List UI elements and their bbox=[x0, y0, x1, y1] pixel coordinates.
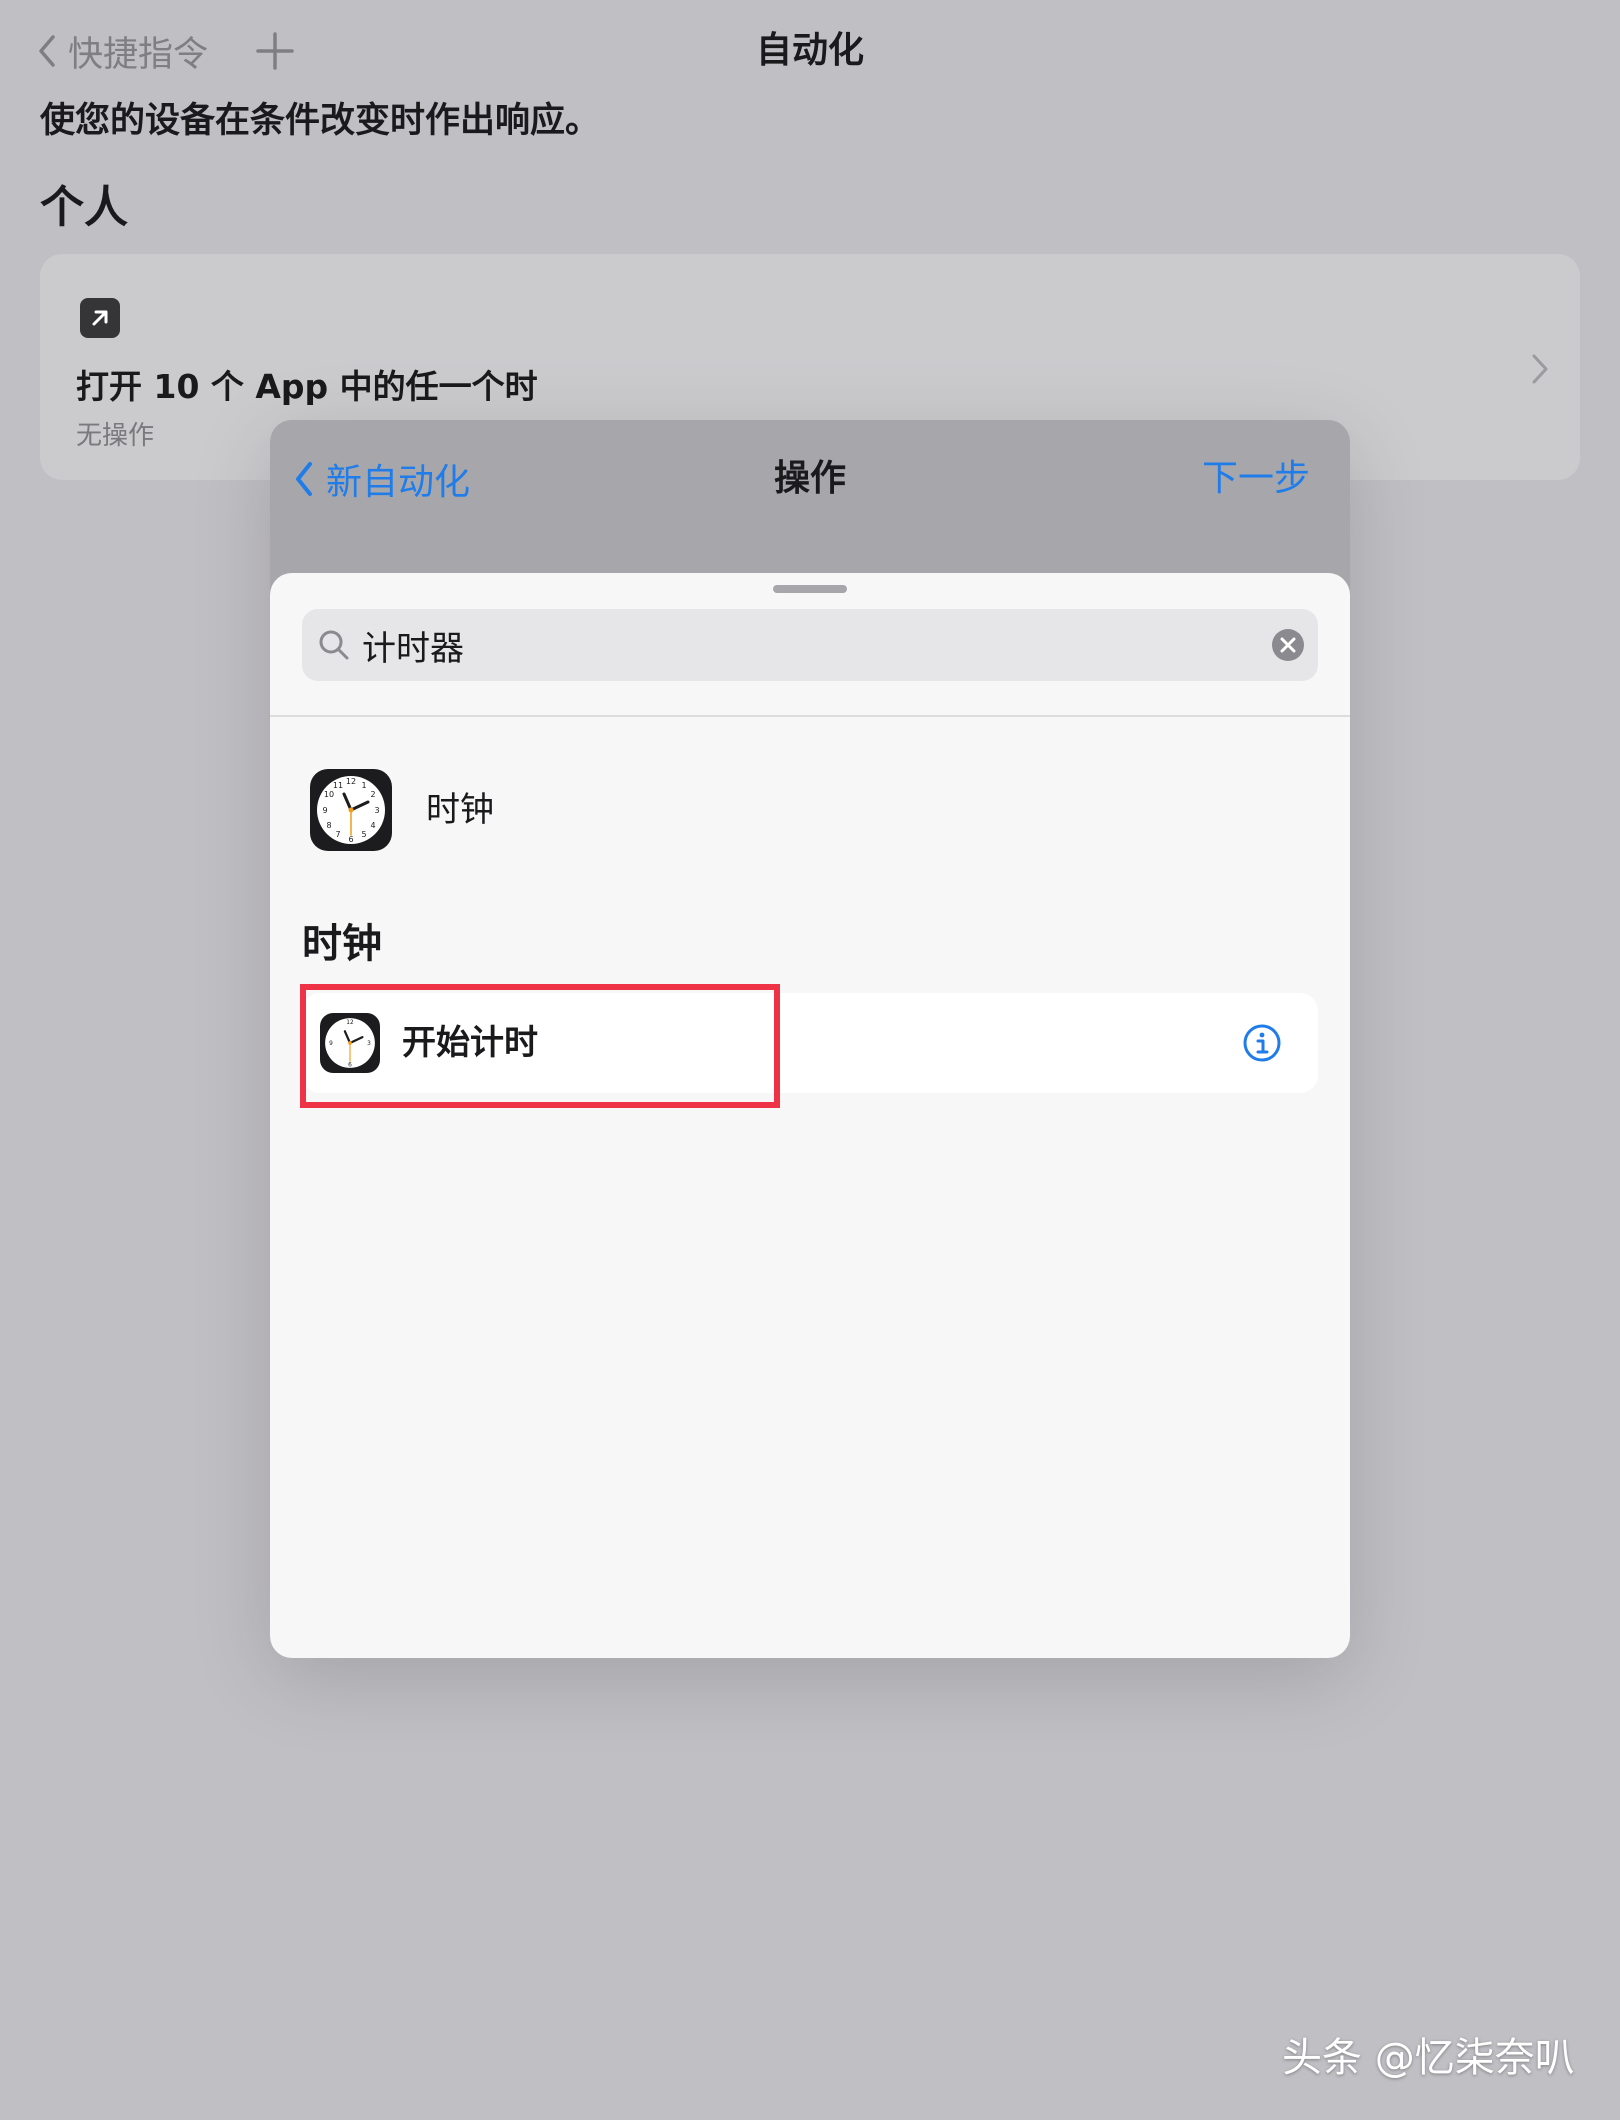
svg-text:1: 1 bbox=[361, 781, 366, 790]
page-title: 自动化 bbox=[755, 30, 864, 71]
watermark: 头条 @忆柒奈叭 bbox=[1282, 2035, 1575, 2081]
clear-icon[interactable] bbox=[1270, 627, 1306, 663]
svg-text:12: 12 bbox=[346, 777, 356, 786]
clock-app-label: 时钟 bbox=[426, 790, 494, 830]
arrow-up-right-icon bbox=[80, 298, 120, 338]
background-nav-bar: 快捷指令 自动化 bbox=[0, 0, 1620, 100]
svg-text:4: 4 bbox=[370, 821, 375, 830]
automation-card-subtitle: 无操作 bbox=[76, 421, 155, 451]
clock-app-icon: 12 12 3 4567 8 9 1011 bbox=[310, 769, 392, 851]
svg-text:11: 11 bbox=[333, 781, 343, 790]
search-input[interactable]: 计时器 bbox=[362, 621, 1270, 670]
action-search-sheet: 计时器 12 1 2 3 4567 8 9 10 11 时钟 时钟 12 3 6… bbox=[270, 573, 1350, 1658]
svg-text:6: 6 bbox=[348, 835, 353, 844]
section-title-clock: 时钟 bbox=[302, 921, 382, 967]
automation-card-title: 打开 10 个 App 中的任一个时 bbox=[76, 367, 538, 406]
next-button[interactable]: 下一步 bbox=[1202, 454, 1310, 504]
info-icon[interactable] bbox=[1242, 1023, 1282, 1063]
search-icon bbox=[319, 630, 349, 660]
svg-text:10: 10 bbox=[324, 790, 334, 799]
section-title-personal: 个人 bbox=[40, 182, 128, 233]
svg-text:9: 9 bbox=[322, 806, 327, 815]
modal-nav-bar: 新自动化 操作 下一步 bbox=[270, 420, 1350, 574]
page-description: 使您的设备在条件改变时作出响应。 bbox=[40, 101, 601, 141]
clock-app-result[interactable]: 12 1 2 3 4567 8 9 10 11 时钟 bbox=[310, 769, 494, 851]
sheet-grabber[interactable] bbox=[773, 585, 847, 593]
svg-text:7: 7 bbox=[335, 830, 340, 839]
chevron-right-icon bbox=[1532, 354, 1548, 384]
modal-title: 操作 bbox=[773, 458, 846, 499]
svg-text:2: 2 bbox=[370, 790, 375, 799]
search-bar[interactable]: 计时器 bbox=[302, 609, 1318, 681]
highlight-box bbox=[300, 984, 780, 1108]
svg-text:3: 3 bbox=[374, 806, 379, 815]
search-divider bbox=[270, 715, 1350, 717]
svg-text:8: 8 bbox=[326, 821, 331, 830]
svg-text:5: 5 bbox=[361, 830, 366, 839]
